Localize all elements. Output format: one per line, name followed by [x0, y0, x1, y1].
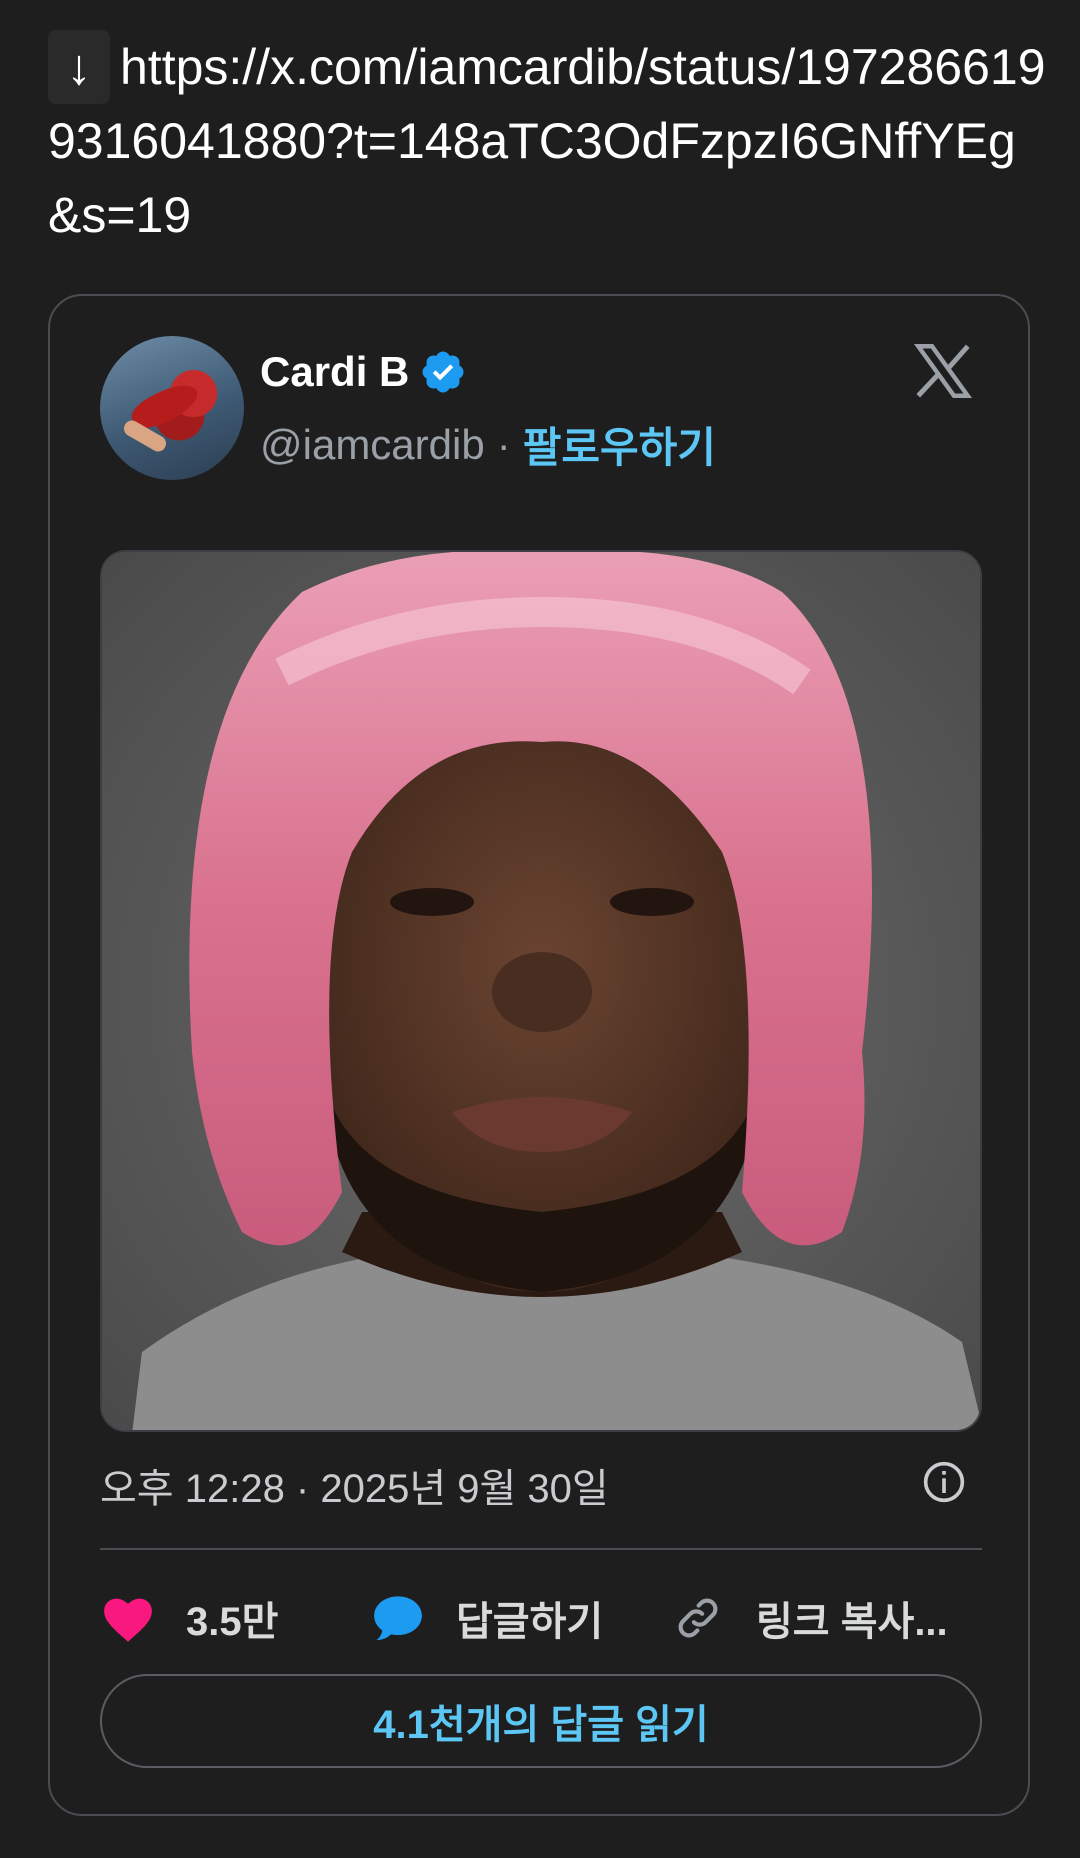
speech-bubble-icon — [374, 1596, 422, 1641]
shared-url[interactable]: ↓ https://x.com/iamcardib/status/19728661… — [48, 30, 1048, 252]
x-logo-icon[interactable] — [910, 338, 976, 404]
verified-badge-icon — [422, 351, 464, 393]
like-count: 3.5만 — [186, 1600, 279, 1644]
copy-link-label: 링크 복사... — [756, 1600, 948, 1644]
separator: · — [496, 420, 511, 468]
divider — [100, 1548, 982, 1550]
info-icon[interactable] — [922, 1460, 966, 1504]
url-text[interactable]: https://x.com/iamcardib/status/197286619… — [48, 39, 1046, 243]
copy-link-button[interactable]: 링크 복사... — [670, 1589, 948, 1647]
tweet-image[interactable] — [100, 550, 982, 1432]
handle-row: @iamcardib · 팔로우하기 — [260, 414, 716, 475]
link-icon — [678, 1598, 718, 1638]
like-button[interactable]: 3.5만 — [100, 1589, 370, 1647]
reply-label: 답글하기 — [456, 1600, 604, 1644]
avatar[interactable] — [100, 336, 244, 480]
action-bar: 3.5만 답글하기 링크 복사... — [100, 1580, 982, 1656]
follow-button[interactable]: 팔로우하기 — [523, 414, 716, 475]
reply-button[interactable]: 답글하기 — [370, 1589, 670, 1647]
author-handle[interactable]: @iamcardib — [260, 421, 485, 469]
photo-illustration — [102, 552, 980, 1430]
download-arrow-icon: ↓ — [48, 30, 110, 104]
author-name[interactable]: Cardi B — [260, 348, 409, 396]
tweet-timestamp[interactable]: 오후 12:28 · 2025년 9월 30일 — [100, 1456, 609, 1514]
read-replies-button[interactable]: 4.1천개의 답글 읽기 — [100, 1674, 982, 1768]
tweet-embed-card[interactable]: Cardi B @iamcardib · 팔로우하기 오후 12:28 · 20… — [48, 294, 1030, 1816]
heart-icon — [104, 1598, 152, 1642]
author-row: Cardi B — [260, 348, 467, 396]
